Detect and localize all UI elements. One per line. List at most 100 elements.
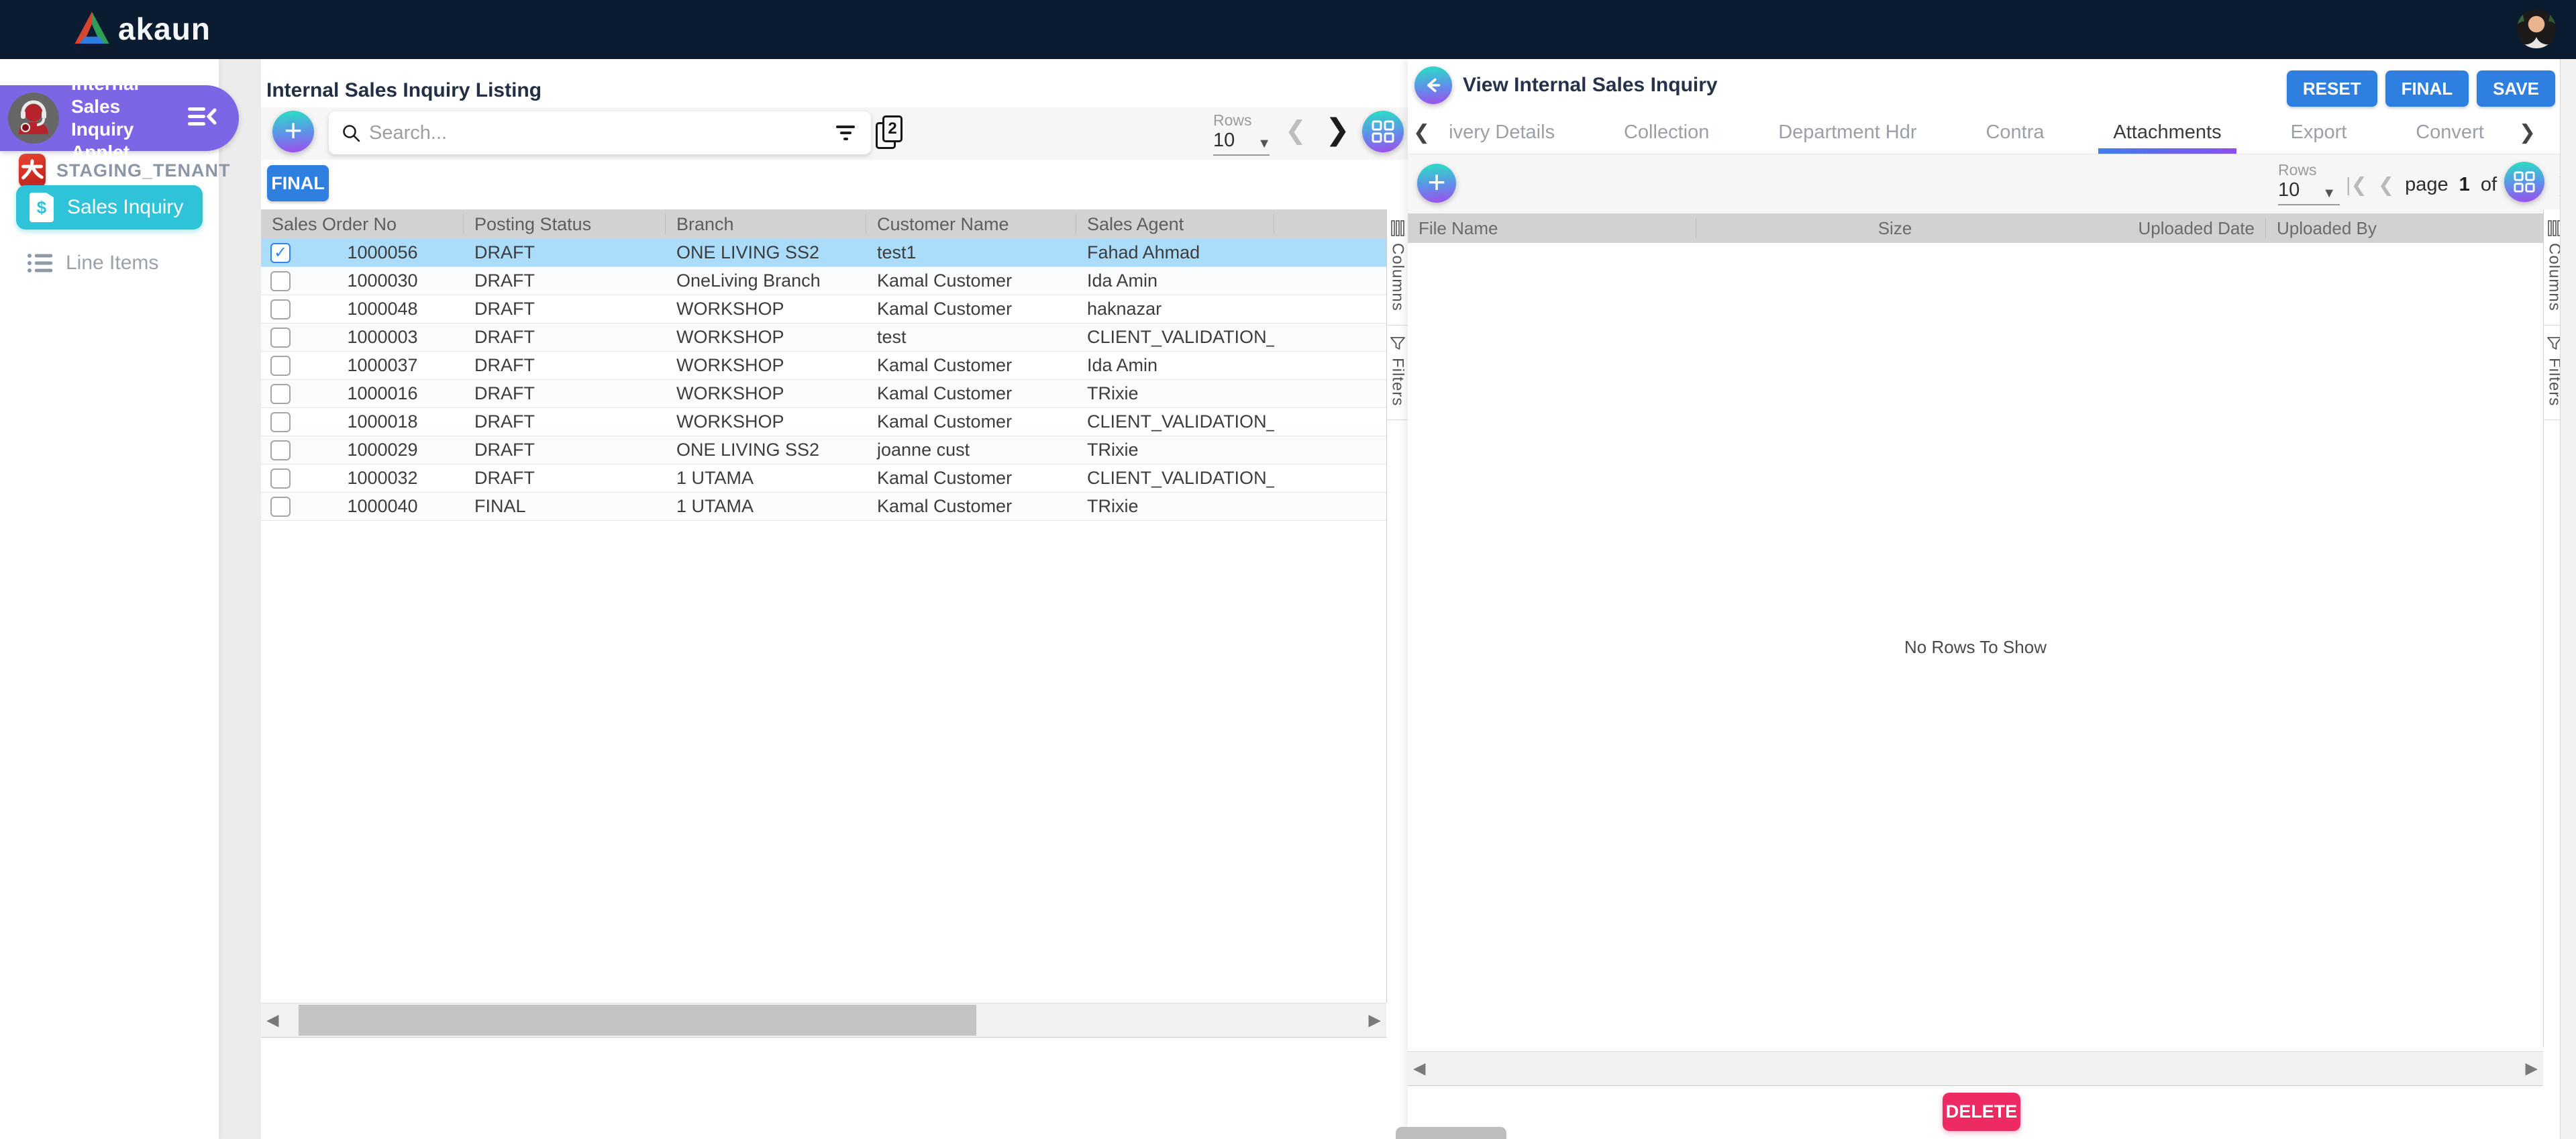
back-button[interactable] [1414, 66, 1452, 104]
search-icon [341, 123, 361, 143]
detail-panel: View Internal Sales Inquiry RESET FINAL … [1408, 59, 2560, 1139]
tab-contra[interactable]: Contra [1986, 111, 2044, 154]
search-input[interactable] [369, 122, 832, 144]
column-header[interactable]: Size [1696, 218, 2094, 239]
listing-horizontal-scrollbar[interactable]: ◀ ▶ [261, 1003, 1386, 1038]
row-checkbox[interactable] [270, 384, 291, 404]
filter-icon[interactable] [832, 121, 859, 144]
cell-customer: Kamal Customer [866, 383, 1076, 404]
grid-view-button[interactable] [2504, 162, 2544, 202]
row-checkbox[interactable] [270, 468, 291, 489]
row-checkbox[interactable] [270, 271, 291, 291]
cell-status: DRAFT [464, 355, 666, 376]
tab-convert[interactable]: Convert [2416, 111, 2484, 154]
page-scrollbar-gutter[interactable] [2560, 59, 2576, 1139]
final-button[interactable]: FINAL [2385, 70, 2469, 107]
list-icon [27, 252, 54, 274]
tab-department-hdr[interactable]: Department Hdr [1778, 111, 1916, 154]
cell-customer: Kamal Customer [866, 355, 1076, 376]
attachments-horizontal-scrollbar[interactable]: ◀ ▶ [1408, 1051, 2543, 1086]
tab-collection[interactable]: Collection [1624, 111, 1709, 154]
filters-side-tab[interactable]: Filters [1387, 326, 1408, 420]
page-label: page [2405, 174, 2449, 196]
column-header[interactable]: Uploaded By [2266, 218, 2543, 239]
empty-state-text: No Rows To Show [1904, 637, 2047, 658]
prev-page-button[interactable]: ❮ [1285, 118, 1306, 144]
cell-agent: TRixie [1076, 383, 1274, 404]
table-row[interactable]: 1000056 DRAFT ONE LIVING SS2 test1 Fahad… [261, 239, 1386, 267]
table-row[interactable]: 1000040 FINAL 1 UTAMA Kamal Customer TRi… [261, 493, 1386, 521]
scrollbar-thumb[interactable] [299, 1005, 976, 1036]
columns-side-tab[interactable]: Columns [1387, 209, 1408, 326]
scroll-left-icon[interactable]: ◀ [266, 1011, 278, 1030]
tab-export[interactable]: Export [2291, 111, 2347, 154]
final-button[interactable]: FINAL [267, 165, 329, 201]
table-row[interactable]: 1000003 DRAFT WORKSHOP test CLIENT_VALID… [261, 324, 1386, 352]
tab-delivery-details[interactable]: ivery Details [1449, 111, 1555, 154]
prev-page-icon[interactable]: ❮ [2378, 173, 2394, 197]
table-row[interactable]: 1000016 DRAFT WORKSHOP Kamal Customer TR… [261, 380, 1386, 408]
row-checkbox[interactable] [270, 497, 291, 517]
next-page-button[interactable]: ❯ [1325, 115, 1350, 145]
view-pages-icon[interactable]: 2 [876, 115, 903, 149]
rows-value: 10 [1213, 130, 1235, 152]
of-label: of [2481, 174, 2497, 196]
tab-attachments[interactable]: Attachments [2113, 111, 2221, 154]
user-avatar[interactable] [2516, 8, 2557, 50]
table-row[interactable]: 1000018 DRAFT WORKSHOP Kamal Customer CL… [261, 408, 1386, 436]
rows-per-page-select[interactable]: Rows 10 ▼ [2278, 161, 2340, 205]
row-checkbox[interactable] [270, 440, 291, 460]
cell-agent: CLIENT_VALIDATION_GUID_DO... [1076, 327, 1274, 348]
cell-agent: Fahad Ahmad [1076, 242, 1274, 263]
sidebar-collapse-icon[interactable] [187, 103, 217, 134]
table-row[interactable]: 1000029 DRAFT ONE LIVING SS2 joanne cust… [261, 436, 1386, 464]
scroll-right-icon[interactable]: ▶ [1369, 1011, 1381, 1030]
column-header[interactable]: Sales Agent [1076, 214, 1274, 234]
delete-button[interactable]: DELETE [1943, 1093, 2020, 1131]
row-checkbox[interactable] [270, 299, 291, 319]
page-horizontal-scrollbar-thumb[interactable] [1396, 1127, 1506, 1139]
sidebar-item-line-items[interactable]: Line Items [27, 248, 158, 278]
detail-header: View Internal Sales Inquiry RESET FINAL … [1408, 59, 2560, 111]
columns-tab-label: Columns [1388, 243, 1407, 311]
cell-customer: Kamal Customer [866, 270, 1076, 291]
sidebar-item-applet[interactable]: Internal Sales Inquiry Applet [0, 85, 239, 151]
column-header[interactable]: Uploaded Date [2094, 218, 2266, 238]
table-row[interactable]: 1000032 DRAFT 1 UTAMA Kamal Customer CLI… [261, 464, 1386, 493]
scroll-right-icon[interactable]: ▶ [2526, 1059, 2538, 1079]
cell-customer: Kamal Customer [866, 468, 1076, 489]
sidebar-item-tenant[interactable]: STAGING_TENANT [0, 152, 219, 189]
cell-agent: TRixie [1076, 440, 1274, 460]
reset-button[interactable]: RESET [2287, 70, 2377, 107]
column-header[interactable]: Posting Status [464, 214, 666, 234]
table-row[interactable]: 1000030 DRAFT OneLiving Branch Kamal Cus… [261, 267, 1386, 295]
column-header[interactable]: Branch [666, 214, 866, 234]
rows-per-page-select[interactable]: Rows 10 ▼ [1213, 111, 1270, 156]
column-header[interactable]: File Name [1408, 218, 1696, 238]
topbar: akaun [0, 0, 2576, 59]
table-row[interactable]: 1000048 DRAFT WORKSHOP Kamal Customer ha… [261, 295, 1386, 324]
add-record-button[interactable]: + [272, 111, 314, 152]
filters-tab-label: Filters [1388, 358, 1407, 406]
tabs-scroll-right-icon[interactable]: ❯ [2519, 121, 2536, 144]
row-checkbox[interactable] [270, 356, 291, 376]
column-header[interactable]: Sales Order No [261, 214, 464, 234]
column-header[interactable]: Customer Name [866, 214, 1076, 234]
table-row[interactable]: 1000037 DRAFT WORKSHOP Kamal Customer Id… [261, 352, 1386, 380]
first-page-icon[interactable]: |❮ [2346, 173, 2367, 197]
row-checkbox[interactable] [270, 328, 291, 348]
tabs-scroll-left-icon[interactable]: ❮ [1413, 121, 1430, 144]
cell-order-no: 1000056 [301, 242, 464, 263]
listing-title: Internal Sales Inquiry Listing [266, 79, 542, 102]
sidebar-item-sales-inquiry[interactable]: $ Sales Inquiry [16, 185, 203, 230]
cell-branch: WORKSHOP [666, 327, 866, 348]
scroll-left-icon[interactable]: ◀ [1413, 1059, 1425, 1079]
add-attachment-button[interactable]: + [1417, 164, 1456, 203]
row-checkbox[interactable] [270, 243, 291, 263]
grid-view-button[interactable] [1362, 111, 1404, 152]
sidebar-item-label: Sales Inquiry [67, 196, 183, 219]
row-checkbox[interactable] [270, 412, 291, 432]
search-box[interactable] [329, 111, 871, 154]
save-button[interactable]: SAVE [2477, 70, 2555, 107]
cell-branch: OneLiving Branch [666, 270, 866, 291]
